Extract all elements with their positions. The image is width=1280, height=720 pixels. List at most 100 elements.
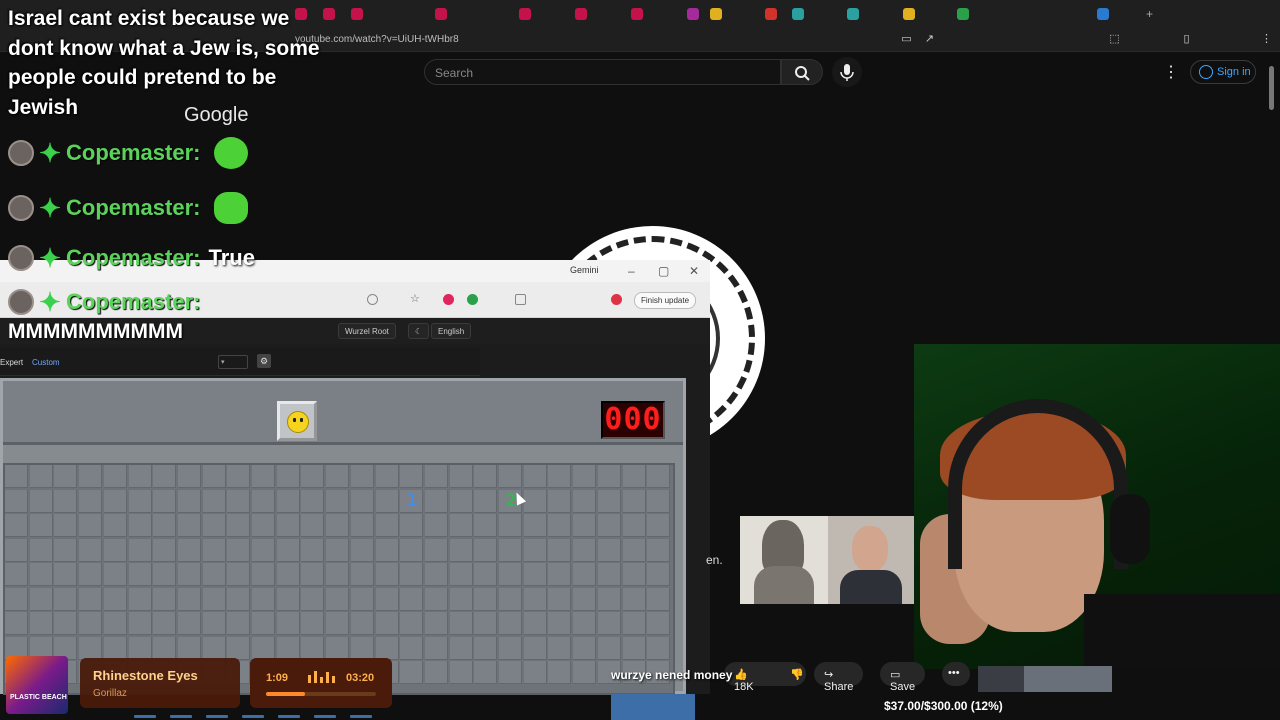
minesweeper-cell[interactable] [424, 465, 448, 488]
minesweeper-cell[interactable] [449, 465, 473, 488]
minesweeper-cell[interactable] [128, 563, 152, 586]
extensions-puzzle-icon[interactable] [515, 294, 526, 305]
minesweeper-cell[interactable] [79, 538, 103, 562]
minesweeper-cell[interactable] [647, 514, 671, 537]
minesweeper-cell[interactable] [400, 514, 424, 537]
minesweeper-cell[interactable] [597, 612, 621, 635]
zoom-icon[interactable] [367, 294, 378, 305]
minesweeper-cell[interactable] [276, 489, 300, 513]
minesweeper-cell[interactable] [424, 514, 448, 537]
new-tab-icon[interactable]: + [1146, 8, 1158, 20]
more-button[interactable]: ••• [942, 662, 970, 686]
minesweeper-cell[interactable] [499, 538, 522, 562]
minesweeper-cell[interactable] [573, 465, 597, 488]
minesweeper-cell[interactable] [326, 465, 350, 488]
minesweeper-cell[interactable] [499, 514, 522, 537]
minesweeper-cell[interactable] [647, 538, 671, 562]
minesweeper-cell[interactable] [573, 514, 597, 537]
minesweeper-cell[interactable] [622, 612, 646, 635]
minesweeper-cell[interactable] [622, 587, 646, 611]
minesweeper-cell[interactable] [375, 538, 399, 562]
minesweeper-cell[interactable] [573, 661, 597, 684]
minesweeper-cell[interactable] [474, 636, 498, 660]
theme-toggle-icon[interactable]: ☾ [408, 323, 430, 339]
profile-avatar[interactable] [611, 294, 622, 305]
minesweeper-cell[interactable] [474, 587, 498, 611]
minesweeper-cell[interactable] [301, 587, 325, 611]
tab-favicon[interactable] [765, 8, 777, 20]
minesweeper-cell[interactable] [375, 465, 399, 488]
minesweeper-cell[interactable] [548, 538, 572, 562]
minesweeper-cell[interactable] [276, 563, 300, 586]
minesweeper-cell[interactable] [29, 538, 53, 562]
minesweeper-cell[interactable] [647, 465, 671, 488]
minesweeper-cell[interactable] [499, 587, 522, 611]
minesweeper-cell[interactable] [153, 514, 177, 537]
minesweeper-cell[interactable] [79, 612, 103, 635]
minesweeper-cell[interactable] [54, 563, 78, 586]
tab-favicon[interactable] [631, 8, 643, 20]
adblock-icon[interactable] [443, 294, 454, 305]
minesweeper-cell[interactable] [375, 489, 399, 513]
minesweeper-cell[interactable] [252, 563, 275, 586]
minesweeper-cell[interactable] [548, 661, 572, 684]
minesweeper-cell[interactable] [474, 489, 498, 513]
minesweeper-cell[interactable] [227, 514, 251, 537]
maximize-icon[interactable]: ▢ [658, 264, 669, 278]
minesweeper-cell[interactable] [153, 612, 177, 635]
minesweeper-cell[interactable] [400, 465, 424, 488]
minesweeper-cell[interactable] [573, 563, 597, 586]
bookmark-icon[interactable]: ☆ [410, 294, 421, 305]
minesweeper-cell[interactable] [424, 538, 448, 562]
minesweeper-cell[interactable] [54, 489, 78, 513]
minesweeper-cell[interactable] [647, 489, 671, 513]
minesweeper-cell[interactable] [647, 636, 671, 660]
minesweeper-cell[interactable] [252, 514, 275, 537]
minesweeper-cell[interactable] [350, 587, 374, 611]
minesweeper-cell[interactable] [252, 465, 275, 488]
minesweeper-cell[interactable] [227, 612, 251, 635]
minesweeper-cell[interactable] [400, 612, 424, 635]
minesweeper-cell[interactable] [449, 587, 473, 611]
minesweeper-cell[interactable] [276, 612, 300, 635]
minesweeper-cell[interactable] [449, 661, 473, 684]
minesweeper-cell[interactable] [449, 612, 473, 635]
size-select[interactable]: ▾ [218, 355, 248, 369]
minesweeper-cell[interactable] [177, 538, 201, 562]
minesweeper-cell[interactable] [153, 538, 177, 562]
tab-favicon[interactable] [435, 8, 447, 20]
minesweeper-cell[interactable] [375, 587, 399, 611]
minesweeper-cell[interactable] [153, 465, 177, 488]
minesweeper-cell[interactable] [548, 489, 572, 513]
minesweeper-cell[interactable] [153, 587, 177, 611]
minesweeper-cell[interactable] [79, 465, 103, 488]
minesweeper-cell[interactable] [301, 514, 325, 537]
minimize-icon[interactable]: – [628, 264, 635, 278]
tab-favicon[interactable] [903, 8, 915, 20]
minesweeper-cell[interactable] [597, 538, 621, 562]
minesweeper-cell[interactable] [177, 587, 201, 611]
minesweeper-cell[interactable] [153, 489, 177, 513]
minesweeper-cell[interactable] [301, 563, 325, 586]
minesweeper-cell[interactable] [523, 563, 547, 586]
minesweeper-cell[interactable] [79, 489, 103, 513]
related-link-fragment[interactable]: en. [706, 553, 723, 567]
language-chip[interactable]: English [431, 323, 472, 339]
root-chip[interactable]: Wurzel Root [338, 323, 396, 339]
minesweeper-cell[interactable] [424, 489, 448, 513]
minesweeper-cell[interactable] [548, 636, 572, 660]
minesweeper-cell[interactable] [103, 612, 127, 635]
minesweeper-cell[interactable] [29, 489, 53, 513]
minesweeper-cell[interactable] [103, 465, 127, 488]
minesweeper-cell[interactable] [128, 612, 152, 635]
minesweeper-cell[interactable] [350, 563, 374, 586]
minesweeper-cell[interactable] [79, 587, 103, 611]
minesweeper-cell[interactable] [375, 514, 399, 537]
minesweeper-cell[interactable] [499, 465, 522, 488]
minesweeper-cell[interactable] [499, 612, 522, 635]
minesweeper-cell[interactable] [424, 612, 448, 635]
minesweeper-cell[interactable] [449, 636, 473, 660]
minesweeper-cell[interactable] [523, 612, 547, 635]
minesweeper-cell[interactable] [79, 514, 103, 537]
minesweeper-cell[interactable] [252, 538, 275, 562]
